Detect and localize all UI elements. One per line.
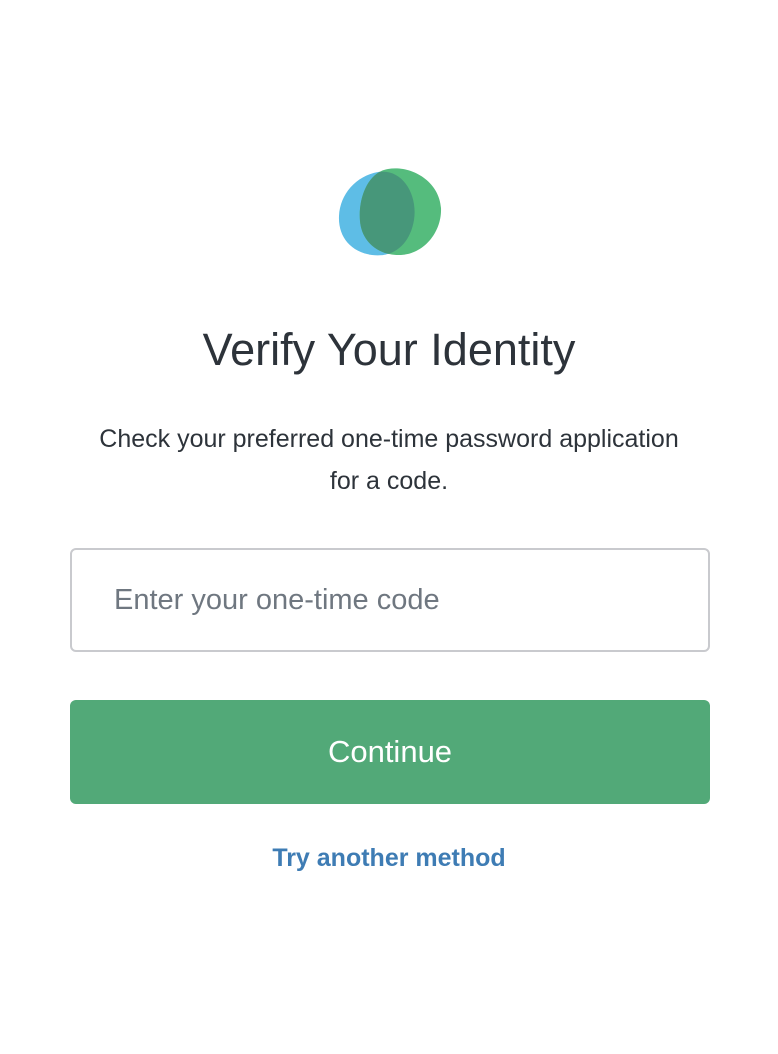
brand-logo <box>338 166 442 258</box>
page-title: Verify Your Identity <box>202 324 576 375</box>
try-another-method-link[interactable]: Try another method <box>0 838 778 878</box>
overlapping-blobs-logo-icon <box>338 168 442 256</box>
instruction-text: Check your preferred one-time password a… <box>99 425 679 495</box>
continue-button[interactable]: Continue <box>70 700 710 804</box>
one-time-code-input[interactable] <box>70 548 710 652</box>
verify-identity-page: Verify Your Identity Check your preferre… <box>0 0 778 1054</box>
